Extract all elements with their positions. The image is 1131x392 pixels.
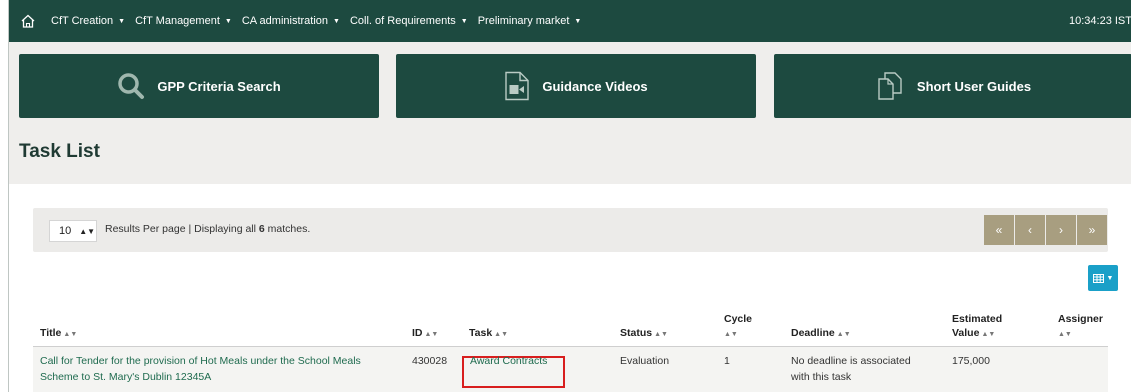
sort-icon: ▲▼	[654, 331, 668, 338]
results-per-page-select[interactable]: 10 ▲▼	[49, 220, 97, 242]
last-page-button[interactable]: »	[1077, 215, 1107, 245]
tile-label: GPP Criteria Search	[157, 78, 281, 94]
sort-icon: ▲▼	[63, 331, 78, 338]
first-page-button[interactable]: «	[984, 215, 1014, 245]
guidance-videos-tile[interactable]: Guidance Videos	[396, 54, 756, 118]
header-title[interactable]: Title ▲▼	[40, 326, 77, 342]
results-summary: Results Per page | Displaying all 6 matc…	[105, 223, 310, 235]
header-label: Task	[469, 327, 493, 339]
header-label: Value	[952, 327, 980, 339]
header-deadline[interactable]: Deadline ▲▼	[791, 326, 851, 342]
gpp-criteria-search-tile[interactable]: GPP Criteria Search	[19, 54, 379, 118]
header-label: ID	[412, 327, 423, 339]
row-id: 430028	[412, 355, 448, 367]
clock: 10:34:23 IST	[1069, 15, 1131, 27]
header-assigner[interactable]: Assigner ▲▼	[1058, 312, 1103, 342]
nav-label: CA administration	[241, 15, 329, 27]
up-down-arrows-icon: ▲▼	[79, 226, 96, 236]
search-icon	[118, 73, 145, 99]
tile-label: Short User Guides	[916, 78, 1032, 94]
sort-icon: ▲▼	[836, 331, 851, 338]
results-text-prefix: Results Per page | Displaying all	[105, 223, 259, 235]
home-button[interactable]	[15, 0, 41, 42]
header-label: Deadline	[791, 327, 835, 339]
nav-cft-creation[interactable]: CfT Creation ▼	[51, 15, 125, 27]
nav-label: Coll. of Requirements	[349, 15, 456, 27]
sort-icon: ▲▼	[724, 331, 738, 338]
per-page-value: 10	[59, 225, 72, 237]
header-label: Status	[620, 327, 653, 339]
title-line: Scheme to St. Mary's Dublin 12345A	[40, 371, 212, 383]
row-title-link[interactable]: Call for Tender for the provision of Hot…	[40, 353, 361, 385]
header-label: Title	[40, 327, 62, 339]
copy-documents-icon	[878, 72, 902, 100]
nav-cft-management[interactable]: CfT Management ▼	[135, 15, 232, 27]
sort-icon: ▲▼	[1058, 331, 1072, 338]
title-line: Call for Tender for the provision of Hot…	[40, 355, 361, 367]
video-file-icon	[505, 71, 530, 101]
column-chooser-button[interactable]: ▼	[1088, 265, 1118, 291]
row-status: Evaluation	[620, 355, 670, 367]
caret-down-icon: ▼	[1106, 274, 1114, 282]
home-icon	[21, 14, 35, 28]
caret-down-icon: ▼	[118, 17, 126, 25]
nav-label: CfT Creation	[51, 15, 114, 27]
deadline-line: No deadline is associated	[791, 355, 911, 367]
sort-icon: ▲▼	[981, 331, 996, 338]
previous-page-button[interactable]: ‹	[1015, 215, 1045, 245]
caret-down-icon: ▼	[574, 17, 582, 25]
table-columns-icon	[1092, 273, 1104, 283]
page-title: Task List	[19, 141, 100, 162]
app-frame: CfT Creation ▼ CfT Management ▼ CA adminis…	[8, 0, 1131, 392]
nav-ca-administration[interactable]: CA administration ▼	[242, 15, 340, 27]
row-cycle: 1	[724, 355, 730, 367]
deadline-line: with this task	[791, 371, 852, 383]
caret-down-icon: ▼	[460, 17, 468, 25]
task-list-panel: 10 ▲▼ Results Per page | Displaying all …	[9, 184, 1131, 392]
nav-preliminary-market[interactable]: Preliminary market ▼	[478, 15, 582, 27]
header-status[interactable]: Status ▲▼	[620, 326, 668, 342]
caret-down-icon: ▼	[224, 17, 232, 25]
header-cycle[interactable]: Cycle ▲▼	[724, 312, 752, 342]
short-user-guides-tile[interactable]: Short User Guides	[774, 54, 1131, 118]
header-task[interactable]: Task ▲▼	[469, 326, 508, 342]
header-label: Assigner	[1058, 313, 1103, 325]
top-navbar: CfT Creation ▼ CfT Management ▼ CA adminis…	[9, 0, 1131, 42]
next-page-button[interactable]: ›	[1046, 215, 1076, 245]
pagination-buttons: « ‹ › »	[983, 215, 1107, 245]
header-estimated-value[interactable]: Estimated Value ▲▼	[952, 312, 1002, 342]
sort-icon: ▲▼	[424, 331, 439, 338]
row-estimated-value: 175,000	[952, 355, 990, 367]
nav-coll-of-requirements[interactable]: Coll. of Requirements ▼	[350, 15, 468, 27]
tile-label: Guidance Videos	[542, 78, 648, 94]
caret-down-icon: ▼	[333, 17, 340, 25]
pagination-bar: 10 ▲▼ Results Per page | Displaying all …	[33, 208, 1108, 252]
nav-label: Preliminary market	[477, 15, 570, 27]
row-task-link[interactable]: Award Contracts	[470, 353, 547, 369]
header-label: Estimated	[952, 313, 1003, 325]
row-deadline: No deadline is associated with this task	[791, 353, 911, 385]
nav-label: CfT Management	[135, 15, 220, 27]
header-label: Cycle	[724, 313, 753, 325]
sort-icon: ▲▼	[494, 331, 509, 338]
results-text-suffix: matches.	[264, 223, 311, 235]
header-id[interactable]: ID ▲▼	[412, 326, 438, 342]
table-row: Call for Tender for the provision of Hot…	[33, 347, 1108, 392]
